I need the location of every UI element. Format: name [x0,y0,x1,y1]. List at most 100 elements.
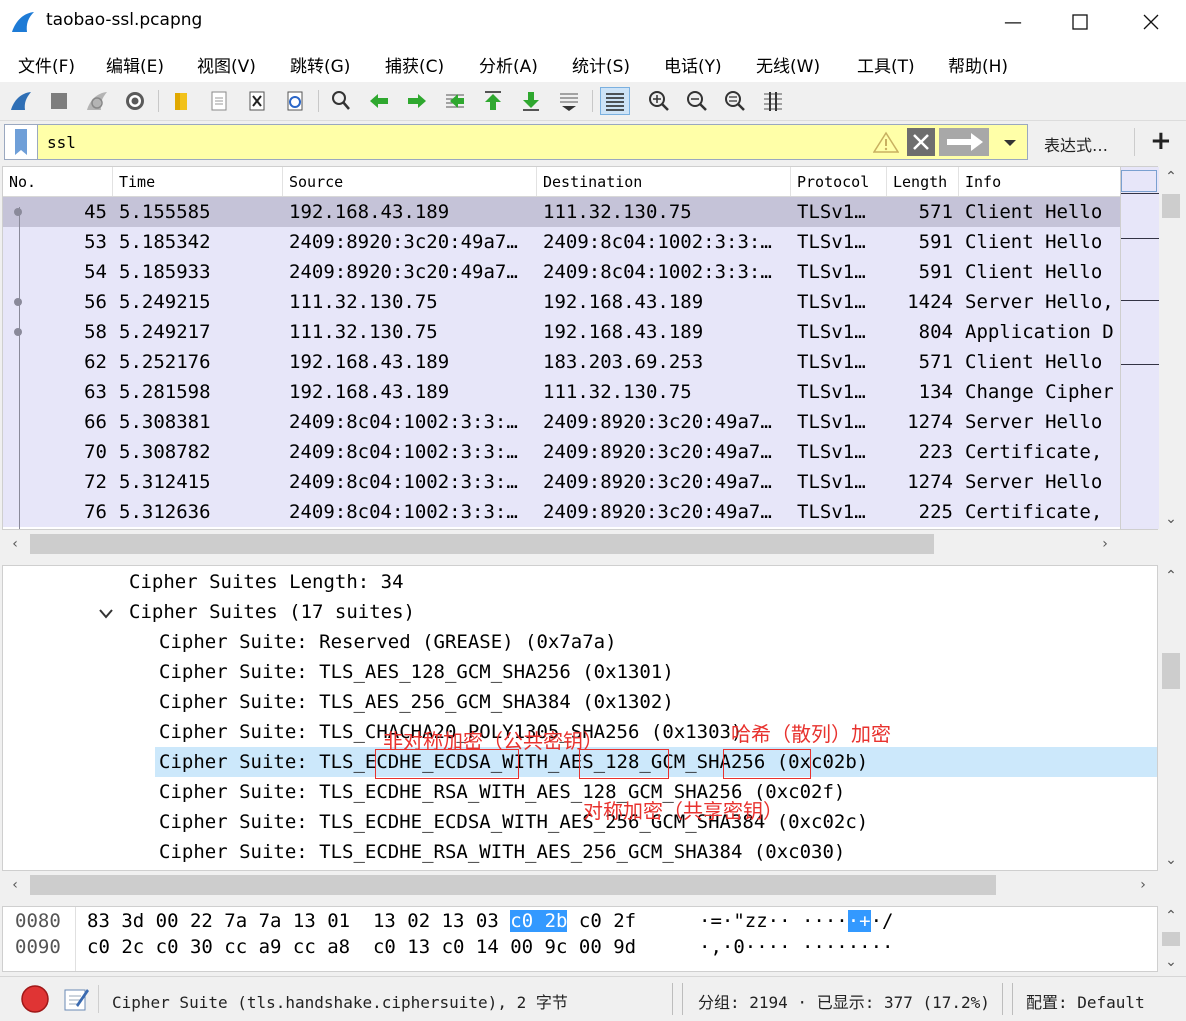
table-row[interactable]: 66 5.308381 2409:8c04:1002:3:3:… 2409:8920:… [3,407,1157,437]
packet-minimap[interactable] [1120,167,1159,529]
ascii-row[interactable]: ·,·0···· ········ [699,934,893,960]
column-header-no[interactable]: No. [3,167,113,197]
restart-capture-button[interactable] [82,87,112,115]
table-row[interactable]: 56 5.249215 111.32.130.75 192.168.43.189 TLS… [3,287,1157,317]
bytes-scrollbar[interactable]: ⌃ ⌄ [1158,906,1184,972]
scroll-up-icon[interactable]: ⌃ [1158,166,1184,188]
menu-help[interactable]: 帮助(H) [948,52,1008,77]
menu-tools[interactable]: 工具(T) [857,52,915,77]
column-header-source[interactable]: Source [283,167,537,197]
table-row[interactable]: 62 5.252176 192.168.43.189 183.203.69.253 TL… [3,347,1157,377]
hex-bytes-selected[interactable]: c0 2b [510,910,568,932]
details-scrollbar[interactable]: ⌃ ⌄ [1158,565,1184,871]
detail-line-cipher-suite[interactable]: Cipher Suite: TLS_ECDHE_RSA_WITH_AES_256… [159,837,845,867]
go-forward-button[interactable] [402,87,432,115]
table-row[interactable]: 76 5.312636 2409:8c04:1002:3:3:… 2409:8920:… [3,497,1157,527]
expression-button[interactable]: 表达式… [1044,132,1108,156]
resize-columns-button[interactable] [758,87,788,115]
detail-line-cipher-suite[interactable]: Cipher Suite: Reserved (GREASE) (0x7a7a) [159,627,617,657]
table-row[interactable]: 63 5.281598 192.168.43.189 111.32.130.75 TLS… [3,377,1157,407]
ascii-row[interactable]: ·=·"zz·· ·····+·/ [699,908,894,934]
hex-row[interactable]: c0 2c c0 30 cc a9 cc a8 c0 13 c0 14 00 9… [87,934,636,960]
scroll-right-icon[interactable]: › [1092,530,1118,558]
scroll-right-icon[interactable]: › [1130,871,1156,899]
display-filter-input[interactable] [41,125,913,159]
scroll-up-icon[interactable]: ⌃ [1158,906,1184,926]
scroll-thumb[interactable] [30,875,996,895]
table-row[interactable]: 70 5.308782 2409:8c04:1002:3:3:… 2409:8920:… [3,437,1157,467]
chevron-down-icon[interactable] [99,604,113,623]
menu-statistics[interactable]: 统计(S) [572,52,630,77]
save-file-button[interactable] [204,87,234,115]
packet-list-hscrollbar[interactable]: ‹ › [2,530,1158,558]
zoom-out-button[interactable] [682,87,712,115]
close-button[interactable] [1128,0,1174,44]
table-row[interactable]: 58 5.249217 111.32.130.75 192.168.43.189 TLS… [3,317,1157,347]
details-hscrollbar[interactable]: ‹ › [2,871,1158,899]
add-filter-button[interactable]: + [1150,126,1172,156]
column-header-destination[interactable]: Destination [537,167,791,197]
scroll-up-icon[interactable]: ⌃ [1158,565,1184,587]
scroll-down-icon[interactable]: ⌄ [1158,508,1184,530]
scroll-down-icon[interactable]: ⌄ [1158,849,1184,871]
open-file-button[interactable] [166,87,196,115]
zoom-in-button[interactable] [644,87,674,115]
scroll-left-icon[interactable]: ‹ [2,871,28,899]
capture-comment-button[interactable] [62,985,90,1017]
scroll-down-icon[interactable]: ⌄ [1158,952,1184,972]
status-profile[interactable]: 配置: Default [1026,989,1145,1013]
expert-info-button[interactable] [20,984,50,1018]
clear-filter-button[interactable] [907,128,935,156]
stop-capture-button[interactable] [44,87,74,115]
table-row[interactable]: 53 5.185342 2409:8920:3c20:49a7… 2409:8c04:… [3,227,1157,257]
maximize-button[interactable] [1057,0,1103,44]
detail-line-cipher-suites-length[interactable]: Cipher Suites Length: 34 [129,567,404,597]
scroll-thumb[interactable] [1162,653,1180,689]
scroll-thumb[interactable] [1162,932,1180,946]
filter-history-dropdown[interactable] [995,133,1025,153]
capture-options-button[interactable] [120,87,150,115]
go-first-packet-button[interactable] [478,87,508,115]
find-packet-button[interactable] [326,87,356,115]
close-file-button[interactable] [242,87,272,115]
detail-line-cipher-suites[interactable]: Cipher Suites (17 suites) [129,597,415,627]
column-header-protocol[interactable]: Protocol [791,167,887,197]
go-back-button[interactable] [364,87,394,115]
column-header-time[interactable]: Time [113,167,283,197]
scroll-left-icon[interactable]: ‹ [2,530,28,558]
column-header-length[interactable]: Length [887,167,959,197]
colorize-button[interactable] [600,87,630,115]
table-row-selected[interactable]: 45 5.155585 192.168.43.189 111.32.130.75 TLS… [3,197,1157,227]
detail-line-cipher-suite[interactable]: Cipher Suite: TLS_AES_256_GCM_SHA384 (0x… [159,687,674,717]
minimize-button[interactable]: — [990,0,1036,44]
apply-filter-button[interactable] [939,128,989,156]
table-row[interactable]: 72 5.312415 2409:8c04:1002:3:3:… 2409:8920:… [3,467,1157,497]
hex-row[interactable]: 83 3d 00 22 7a 7a 13 01 13 02 13 03 c0 2… [87,908,636,934]
bookmark-button[interactable] [5,125,38,159]
menu-wireless[interactable]: 无线(W) [756,52,820,77]
byte-offset: 0090 [15,936,61,958]
scroll-thumb[interactable] [30,534,934,554]
autoscroll-icon [560,93,578,111]
normal-size-button[interactable] [720,87,750,115]
menu-view[interactable]: 视图(V) [197,52,256,77]
cell-time: 5.155585 [119,201,211,223]
menu-go[interactable]: 跳转(G) [290,52,350,77]
go-last-packet-button[interactable] [516,87,546,115]
auto-scroll-button[interactable] [554,87,584,115]
menu-telephony[interactable]: 电话(Y) [664,52,722,77]
detail-line-cipher-suite[interactable]: Cipher Suite: TLS_AES_128_GCM_SHA256 (0x… [159,657,674,687]
packet-list-scrollbar[interactable]: ⌃ ⌄ [1158,166,1184,530]
go-to-packet-button[interactable] [440,87,470,115]
table-row[interactable]: 54 5.185933 2409:8920:3c20:49a7… 2409:8c04:… [3,257,1157,287]
menu-analyze[interactable]: 分析(A) [479,52,538,77]
ascii-text-selected[interactable]: ·+ [847,910,871,932]
menu-file[interactable]: 文件(F) [18,52,75,77]
menu-edit[interactable]: 编辑(E) [106,52,164,77]
cell-time: 5.185933 [119,261,211,283]
scroll-thumb[interactable] [1162,194,1180,218]
reload-file-button[interactable] [280,87,310,115]
menu-capture[interactable]: 捕获(C) [385,52,444,77]
start-capture-button[interactable] [6,87,36,115]
cell-proto: TLSv1… [797,351,866,373]
